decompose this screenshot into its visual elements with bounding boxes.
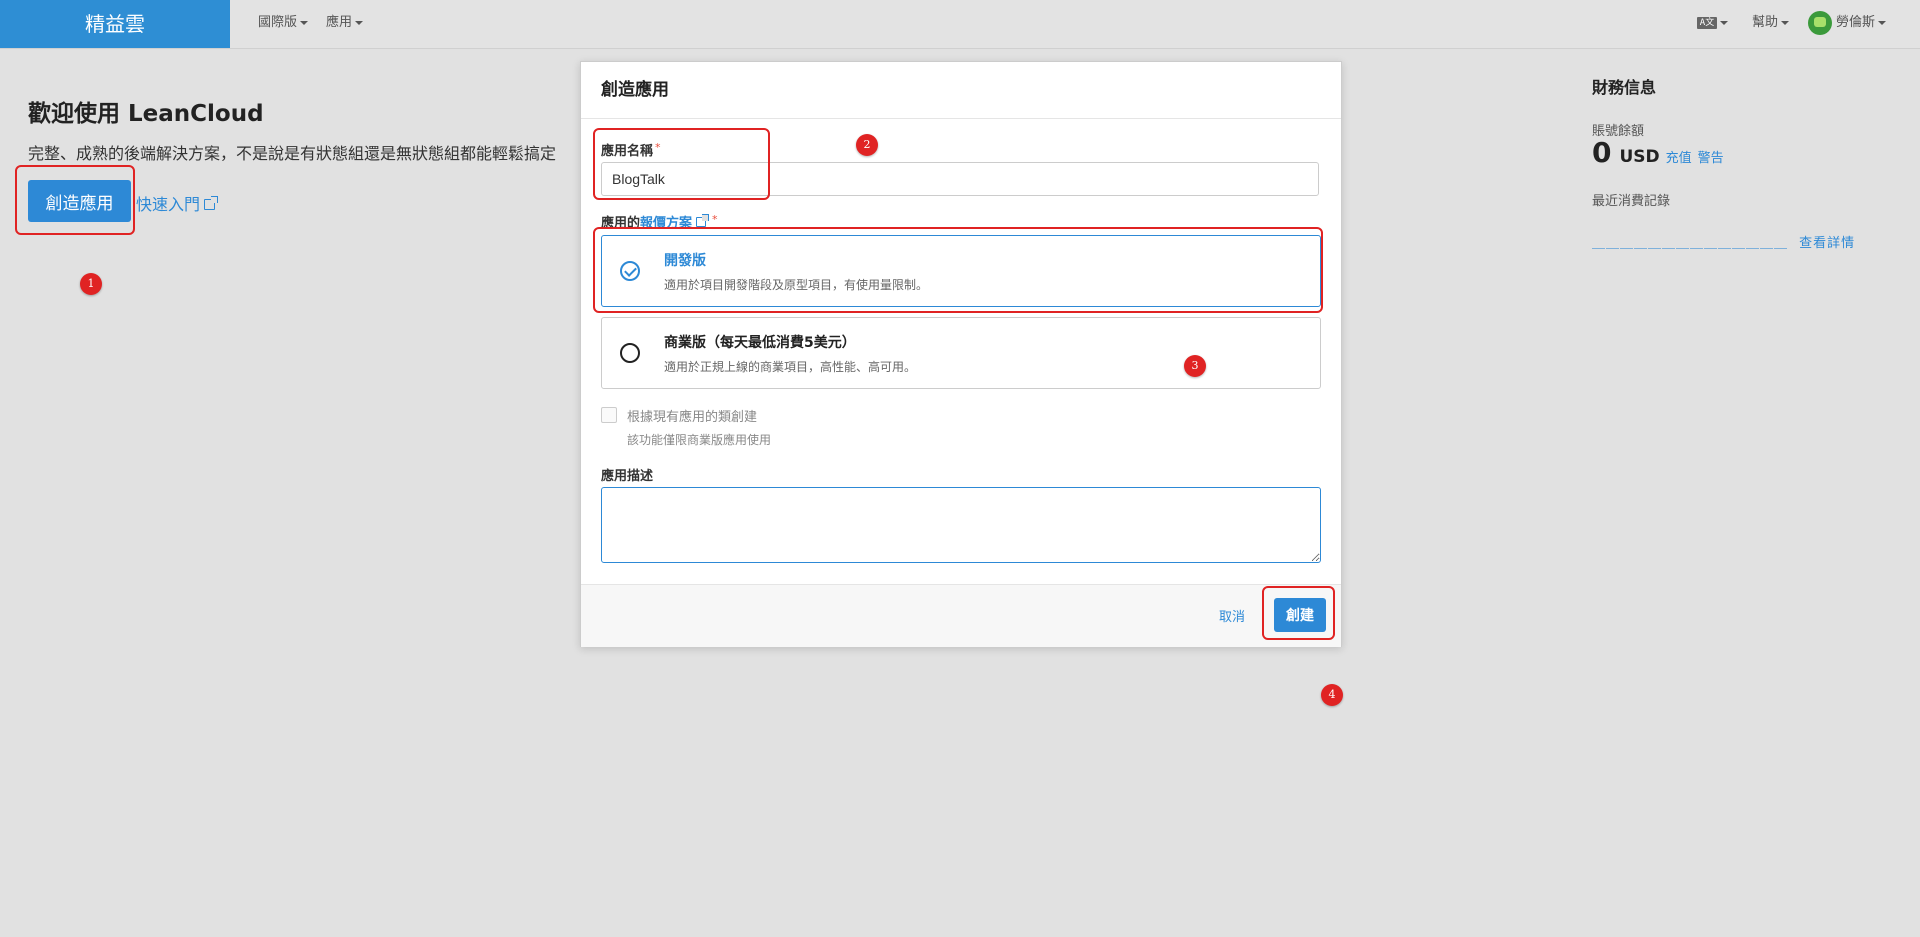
clone-checkbox[interactable] [601,407,617,423]
chevron-down-icon [1720,20,1728,25]
plan-desc: 適用於項目開發階段及原型項目，有使用量限制。 [664,278,929,292]
create-app-modal: 創造應用 應用名稱* 應用的報價方案* 開發版 適用於項目開發階段及原型項目，有… [580,61,1342,647]
plan-name: 開發版 [664,253,706,269]
pricing-link-label: 報價方案 [640,216,693,231]
plan-label: 應用的報價方案 * [601,212,718,231]
cancel-button[interactable]: 取消 [1219,606,1245,625]
quickstart-link[interactable]: 快速入門 [136,191,219,215]
top-navbar: 精益雲 國際版 應用 A文 幫助 勞倫斯 [0,0,1920,49]
alert-link[interactable]: 警告 [1698,151,1724,166]
clone-note: 該功能僅限商業版應用使用 [627,433,772,447]
app-desc-label: 應用描述 [601,469,654,484]
step-marker-3: 3 [1184,355,1206,377]
app-name-input[interactable] [601,162,1319,196]
check-circle-icon [620,261,640,281]
balance: 0 USD 充值 警告 [1592,136,1724,169]
create-app-button[interactable]: 創造應用 [28,180,131,222]
clone-label: 根據現有應用的類創建 [627,410,758,425]
plan-label-prefix: 應用的 [601,216,641,231]
plan-option-business[interactable]: 商業版（每天最低消費5美元） 適用於正規上線的商業項目，高性能、高可用。 [601,317,1321,389]
plan-name: 商業版（每天最低消費5美元） [664,335,856,351]
finance-title: 財務信息 [1592,78,1657,97]
app-desc-textarea[interactable] [601,487,1321,563]
pricing-link[interactable]: 報價方案 [640,214,710,231]
avatar [1808,10,1832,35]
external-link-icon [204,196,219,210]
chevron-down-icon [1781,20,1790,25]
step-marker-1: 1 [80,273,102,295]
menu-apps-label: 應用 [326,15,353,30]
balance-value: 0 [1592,136,1612,169]
app-name-label-text: 應用名稱 [601,144,654,159]
plan-option-dev[interactable]: 開發版 適用於項目開發階段及原型項目，有使用量限制。 [601,235,1321,307]
step-marker-4: 4 [1321,684,1343,706]
chevron-down-icon [1878,20,1887,25]
plan-desc: 適用於正規上線的商業項目，高性能、高可用。 [664,360,917,374]
required-mark: * [655,141,661,154]
menu-region-label: 國際版 [258,15,298,30]
quickstart-label: 快速入門 [136,195,201,214]
user-name: 勞倫斯 [1836,15,1876,30]
chevron-down-icon [355,20,364,25]
balance-currency: USD [1619,147,1660,167]
language-menu[interactable]: A文 [1697,0,1728,48]
menu-apps[interactable]: 應用 [326,0,364,48]
menu-help[interactable]: 幫助 [1752,0,1790,48]
brand-logo[interactable]: 精益雲 [0,0,230,48]
details-link[interactable]: 查看詳情 [1799,236,1855,251]
page-subtitle: 完整、成熟的後端解決方案，不是說是有狀態組還是無狀態組都能輕鬆搞定 [28,144,557,163]
external-link-icon [696,214,710,227]
menu-region[interactable]: 國際版 [258,0,309,48]
recent-placeholder: ＿＿＿＿＿＿＿＿＿＿＿＿＿＿ [1592,236,1789,251]
menu-help-label: 幫助 [1752,15,1779,30]
recharge-link[interactable]: 充值 [1666,151,1692,166]
required-mark: * [712,213,718,226]
recent-records: ＿＿＿＿＿＿＿＿＿＿＿＿＿＿ 查看詳情 [1592,232,1855,251]
user-menu[interactable]: 勞倫斯 [1808,0,1887,48]
modal-footer: 取消 創建 [581,584,1341,647]
step-marker-2: 2 [856,134,878,156]
submit-create-button[interactable]: 創建 [1274,598,1326,632]
app-name-label: 應用名稱 * [601,140,661,159]
language-icon: A文 [1697,16,1717,29]
radio-icon [620,343,640,363]
page-title: 歡迎使用 LeanCloud [28,101,264,127]
recent-label: 最近消費記錄 [1592,194,1671,209]
chevron-down-icon [300,20,309,25]
modal-title: 創造應用 [581,62,1341,119]
